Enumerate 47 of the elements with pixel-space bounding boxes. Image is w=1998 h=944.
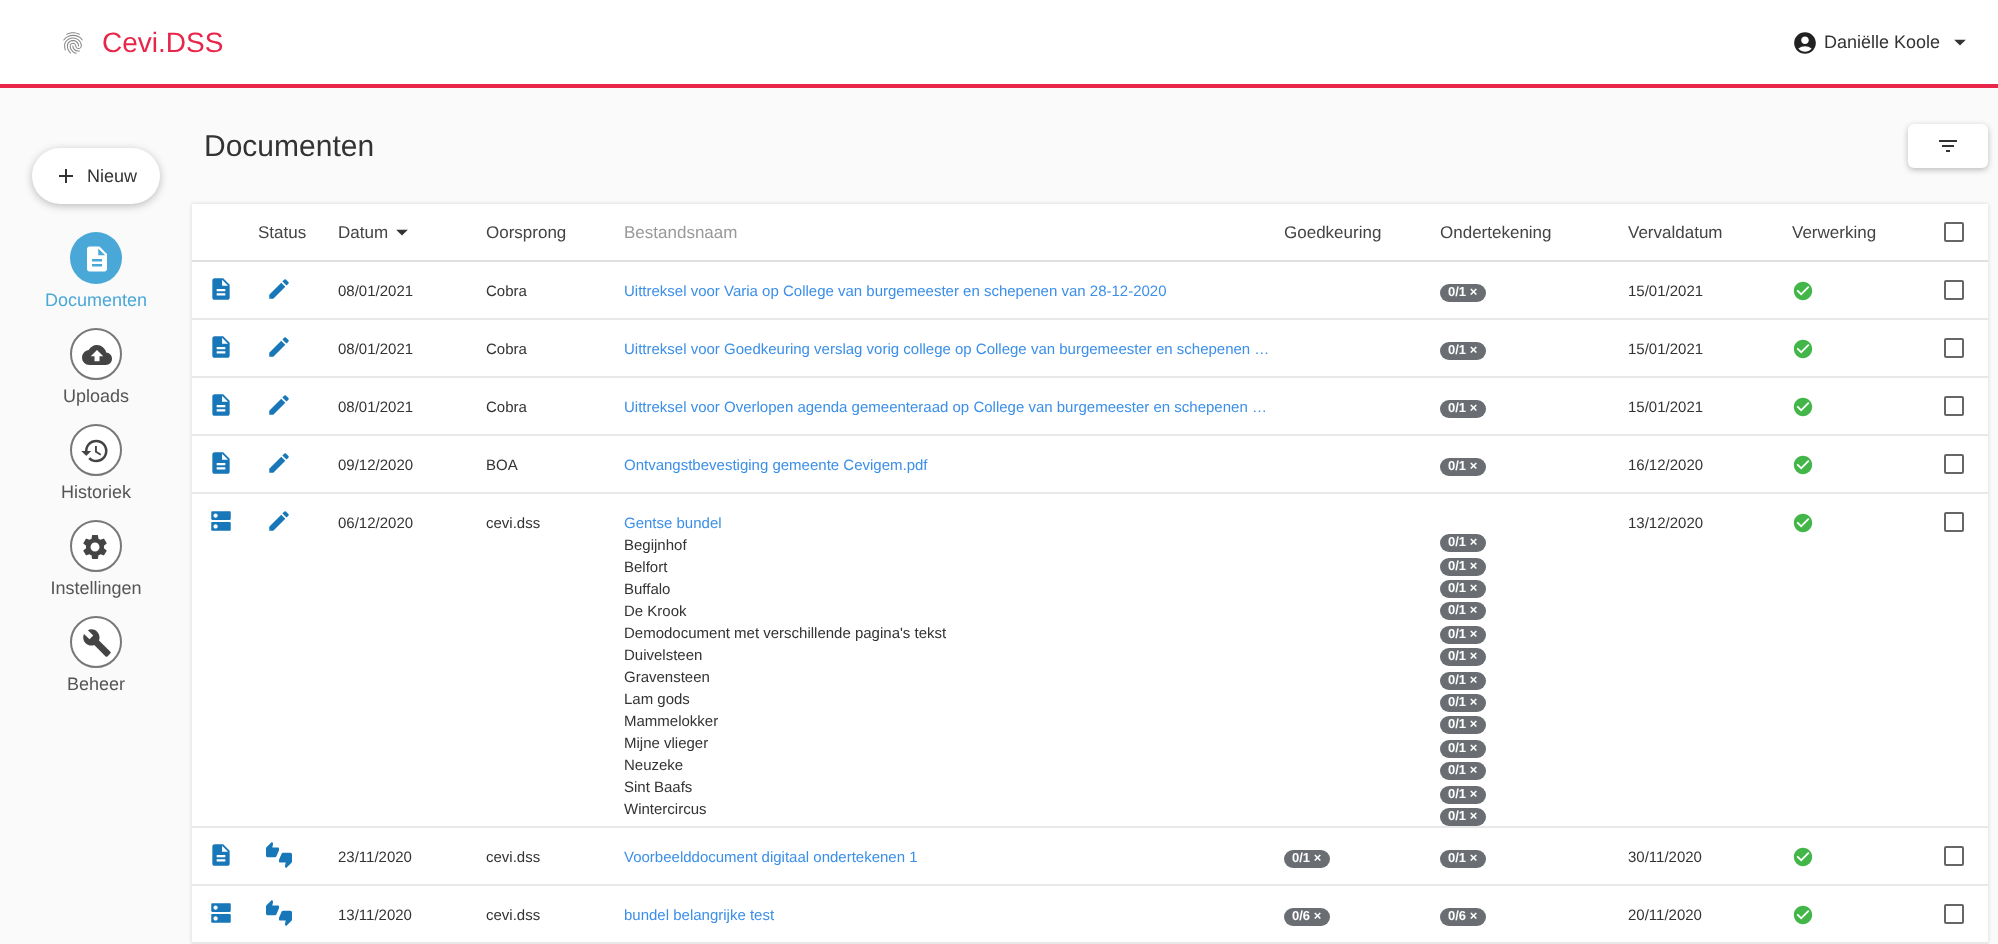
- document-icon: [208, 450, 234, 477]
- account-icon: [1791, 29, 1818, 55]
- checkbox[interactable]: [1944, 396, 1964, 417]
- user-menu[interactable]: Daniëlle Koole: [1791, 28, 1974, 56]
- checkbox[interactable]: [1944, 222, 1964, 243]
- checkbox[interactable]: [1944, 338, 1964, 359]
- column-header: Oorsprong: [484, 222, 569, 243]
- document-icon: [70, 232, 122, 284]
- checkbox[interactable]: [1944, 904, 1964, 924]
- sidebar-item[interactable]: Documenten: [44, 232, 148, 310]
- document-icon: [208, 842, 234, 868]
- checkbox[interactable]: [1944, 512, 1964, 533]
- column-header[interactable]: Datum: [330, 218, 478, 247]
- document-icon: [208, 334, 234, 361]
- page-title: Documenten: [204, 129, 375, 164]
- column-header: Bestandsnaam: [622, 222, 740, 243]
- checkbox[interactable]: [1944, 454, 1964, 475]
- pencil-icon: [266, 392, 292, 419]
- column-header: Verwerking: [1790, 222, 1879, 243]
- checkbox[interactable]: [1944, 280, 1964, 301]
- app-title: Cevi.DSS: [102, 26, 224, 58]
- plus-icon: [54, 164, 79, 188]
- sidebar-item[interactable]: Uploads: [62, 328, 130, 406]
- cloud-upload-icon: [70, 328, 122, 380]
- sidebar-item[interactable]: Historiek: [60, 424, 131, 502]
- pencil-icon: [266, 450, 292, 477]
- sidebar-item[interactable]: Beheer: [66, 616, 126, 694]
- settings-icon: [69, 520, 122, 572]
- column-header: Vervaldatum: [1626, 222, 1725, 243]
- stack-icon: [208, 900, 234, 926]
- history-icon: [69, 424, 122, 476]
- fingerprint-icon: [60, 29, 86, 55]
- column-header: Ondertekening: [1438, 222, 1554, 243]
- checkbox[interactable]: [1944, 846, 1964, 866]
- column-header: Status: [256, 222, 309, 243]
- document-icon: [208, 392, 234, 419]
- pencil-icon: [266, 508, 292, 535]
- pencil-icon: [266, 276, 292, 303]
- thumbs-up-down-icon: [266, 842, 292, 868]
- document-icon: [208, 276, 234, 303]
- stack-icon: [208, 508, 234, 535]
- new-button[interactable]: Nieuw: [32, 148, 160, 204]
- thumbs-up-down-icon: [266, 900, 292, 926]
- sidebar-item[interactable]: Instellingen: [50, 520, 142, 598]
- pencil-icon: [266, 334, 292, 361]
- wrench-icon: [70, 616, 122, 668]
- column-header: Goedkeuring: [1282, 222, 1384, 243]
